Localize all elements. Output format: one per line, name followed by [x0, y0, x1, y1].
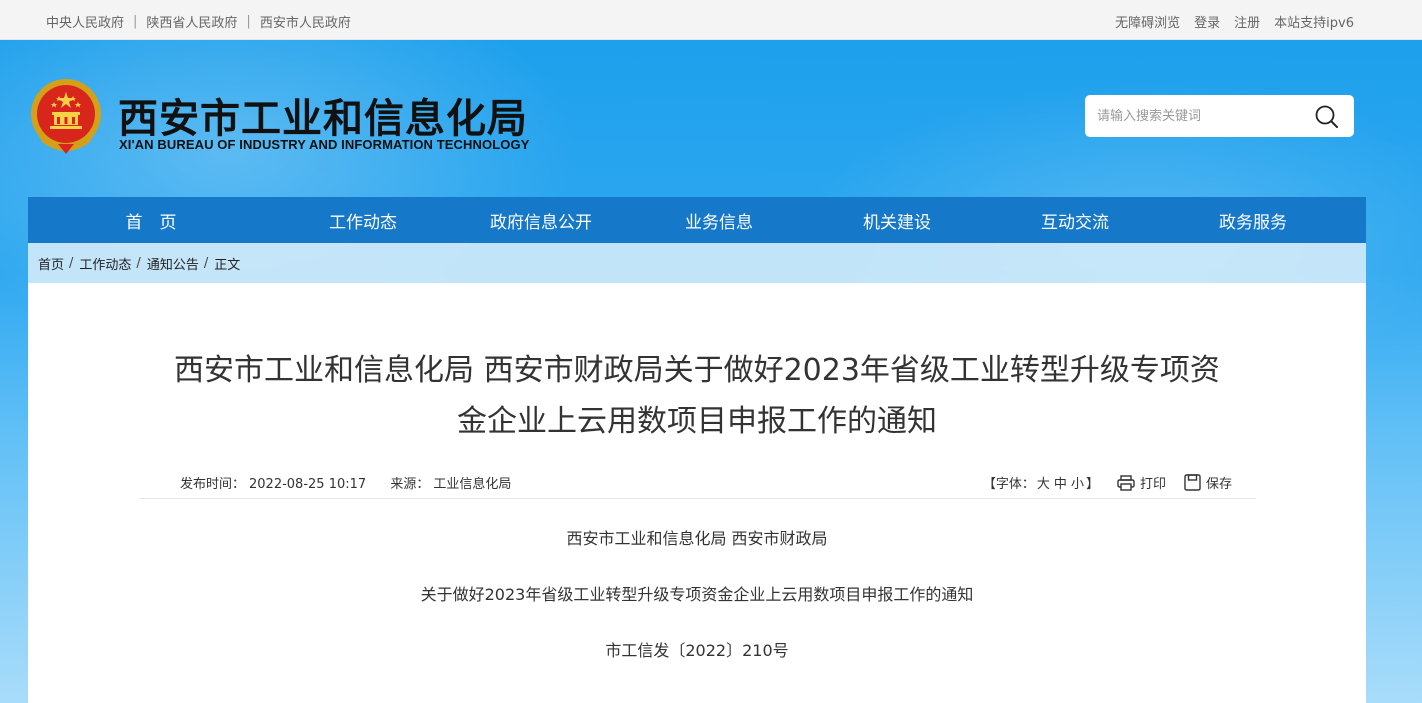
source: 工业信息化局: [433, 477, 512, 492]
gov-links: 中央人民政府 | 陕西省人民政府 | 西安市人民政府: [46, 12, 351, 31]
article-paragraph: 关于做好2023年省级工业转型升级专项资金企业上云用数项目申报工作的通知: [420, 585, 974, 604]
article-container: 西安市工业和信息化局 西安市财政局关于做好2023年省级工业转型升级专项资 金企…: [28, 283, 1366, 703]
article-paragraph: 西安市工业和信息化局 西安市财政局: [566, 529, 828, 548]
font-size-control: 【字体：大中小】: [983, 473, 1099, 492]
meta-tools: 【字体：大中小】 打印 保存: [983, 473, 1232, 492]
nav-item-gov-services[interactable]: 政务服务: [1164, 208, 1342, 233]
site-title: 西安市工业和信息化局: [118, 96, 528, 142]
breadcrumb-work-news[interactable]: 工作动态: [79, 254, 131, 273]
article-paragraph: 市工信发〔2022〕210号: [605, 641, 789, 660]
font-size-close: 】: [1085, 477, 1099, 492]
link-shaanxi-gov[interactable]: 陕西省人民政府: [146, 12, 237, 31]
font-size-label: 【字体：: [982, 477, 1035, 492]
login-link[interactable]: 登录: [1194, 12, 1220, 31]
top-utility-bar: 中央人民政府 | 陕西省人民政府 | 西安市人民政府 无障碍浏览 登录 注册 本…: [0, 0, 1422, 40]
font-small-button[interactable]: 小: [1071, 477, 1084, 492]
meta-info: 发布时间： 2022-08-25 10:17 来源： 工业信息化局: [180, 473, 515, 492]
save-label: 保存: [1205, 477, 1232, 492]
print-button[interactable]: 打印: [1117, 473, 1166, 492]
nav-item-work-news[interactable]: 工作动态: [274, 208, 452, 233]
accessibility-link[interactable]: 无障碍浏览: [1115, 12, 1180, 31]
publish-time: 2022-08-25 10:17: [249, 477, 367, 492]
search-input[interactable]: [1097, 101, 1307, 131]
nav-item-business-info[interactable]: 业务信息: [630, 208, 808, 233]
save-button[interactable]: 保存: [1184, 473, 1232, 492]
font-large-button[interactable]: 大: [1037, 477, 1050, 492]
nav-item-home[interactable]: 首 页: [28, 208, 274, 233]
breadcrumb-separator: /: [69, 255, 74, 271]
source-label: 来源：: [390, 477, 430, 492]
nav-item-interaction[interactable]: 互动交流: [986, 208, 1164, 233]
breadcrumb-notices[interactable]: 通知公告: [147, 254, 199, 273]
breadcrumb-home[interactable]: 首页: [38, 254, 64, 273]
publish-time-label: 发布时间：: [180, 477, 246, 492]
ipv6-notice: 本站支持ipv6: [1274, 16, 1354, 31]
register-link[interactable]: 注册: [1234, 12, 1260, 31]
article-meta: 发布时间： 2022-08-25 10:17 来源： 工业信息化局 【字体：大中小】…: [140, 463, 1256, 499]
breadcrumb-current: 正文: [214, 257, 241, 273]
link-central-gov[interactable]: 中央人民政府: [46, 12, 124, 31]
link-xian-gov[interactable]: 西安市人民政府: [260, 12, 351, 31]
font-medium-button[interactable]: 中: [1054, 477, 1067, 492]
site-subtitle: XI'AN BUREAU OF INDUSTRY AND INFORMATION…: [119, 137, 530, 152]
printer-icon: [1117, 474, 1135, 491]
print-label: 打印: [1139, 477, 1166, 492]
article-title: 西安市工业和信息化局 西安市财政局关于做好2023年省级工业转型升级专项资 金企…: [138, 345, 1256, 447]
nav-item-agency-building[interactable]: 机关建设: [808, 208, 986, 233]
breadcrumb: 首页 / 工作动态 / 通知公告 / 正文: [28, 243, 1366, 283]
save-icon: [1184, 474, 1201, 491]
link-separator: |: [246, 14, 251, 29]
main-nav: 首 页 工作动态 政府信息公开 业务信息 机关建设 互动交流 政务服务: [28, 197, 1366, 243]
user-links: 无障碍浏览 登录 注册 本站支持ipv6: [1115, 12, 1354, 31]
nav-item-gov-info[interactable]: 政府信息公开: [452, 208, 630, 233]
breadcrumb-separator: /: [136, 255, 141, 271]
link-separator: |: [133, 14, 138, 29]
search-icon[interactable]: [1314, 104, 1340, 130]
search-box: [1085, 95, 1354, 137]
article-title-line: 金企业上云用数项目申报工作的通知: [457, 404, 937, 439]
national-emblem-icon: [31, 79, 101, 154]
article-title-line: 西安市工业和信息化局 西安市财政局关于做好2023年省级工业转型升级专项资: [174, 353, 1220, 388]
breadcrumb-separator: /: [203, 255, 209, 271]
